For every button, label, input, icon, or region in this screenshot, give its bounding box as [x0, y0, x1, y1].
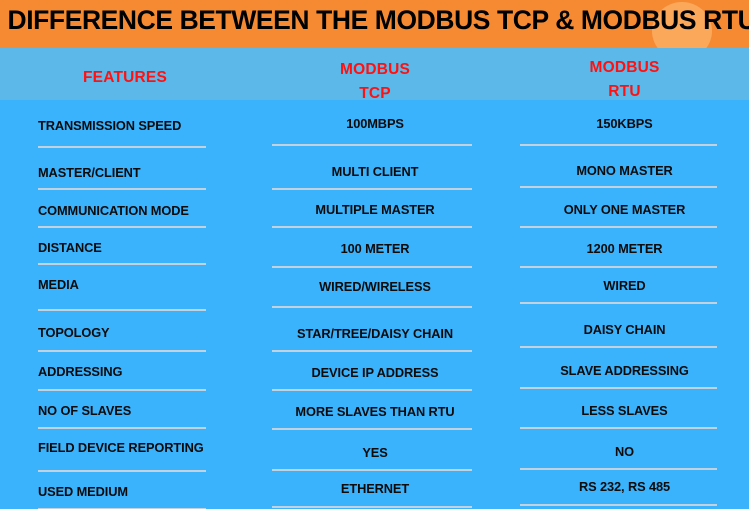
- row-divider: [520, 144, 717, 146]
- table-body: TRANSMISSION SPEED MASTER/CLIENT COMMUNICA…: [0, 100, 749, 509]
- row-divider: [38, 350, 206, 352]
- page-title: DIFFERENCE BETWEEN THE MODBUS TCP & MODB…: [7, 5, 749, 35]
- row-divider: [520, 302, 717, 304]
- row-divider: [272, 506, 472, 508]
- feature-8: NO OF SLAVES: [38, 403, 132, 418]
- feature-2: MASTER/CLIENT: [38, 165, 141, 180]
- feature-1: TRANSMISSION SPEED: [38, 118, 182, 133]
- column-modbus-rtu: 150KBPS MONO MASTER ONLY ONE MASTER 1200 ME…: [500, 100, 749, 509]
- row-divider: [272, 226, 472, 228]
- feature-6: TOPOLOGY: [38, 325, 110, 340]
- column-features: TRANSMISSION SPEED MASTER/CLIENT COMMUNICA…: [0, 100, 250, 509]
- column-header-modbus-rtu: MODBUS RTU: [500, 48, 749, 104]
- row-divider: [272, 469, 472, 471]
- row-divider: [272, 350, 472, 352]
- row-divider: [38, 309, 206, 311]
- row-divider: [38, 470, 206, 472]
- column-header-tcp-line1: MODBUS: [339, 61, 411, 78]
- row-divider: [272, 188, 472, 190]
- rtu-value-4: 1200 METER: [586, 241, 663, 256]
- column-header-modbus-tcp: MODBUS TCP: [250, 48, 500, 104]
- row-divider: [520, 266, 717, 268]
- banner: DIFFERENCE BETWEEN THE MODBUS TCP & MODB…: [0, 0, 749, 48]
- row-divider: [272, 306, 472, 308]
- row-divider: [272, 266, 472, 268]
- tcp-value-5: WIRED/WIRELESS: [319, 279, 431, 294]
- rtu-value-9: NO: [614, 444, 635, 459]
- row-divider: [38, 226, 206, 228]
- tcp-value-10: ETHERNET: [340, 481, 410, 496]
- rtu-value-2: MONO MASTER: [576, 163, 673, 178]
- rtu-value-8: LESS SLAVES: [581, 403, 668, 418]
- feature-10: USED MEDIUM: [38, 484, 128, 499]
- row-divider: [38, 146, 206, 148]
- rtu-value-10: RS 232, RS 485: [578, 479, 671, 494]
- tcp-value-3: MULTIPLE MASTER: [315, 202, 435, 217]
- row-divider: [520, 504, 717, 506]
- row-divider: [520, 186, 717, 188]
- row-divider: [520, 226, 717, 228]
- tcp-value-2: MULTI CLIENT: [331, 164, 419, 179]
- column-modbus-tcp: 100MBPS MULTI CLIENT MULTIPLE MASTER 100 ME…: [250, 100, 500, 509]
- feature-7: ADDRESSING: [38, 364, 123, 379]
- feature-3: COMMUNICATION MODE: [38, 203, 189, 218]
- row-divider: [38, 389, 206, 391]
- column-header-features-label: FEATURES: [83, 69, 167, 86]
- row-divider: [38, 263, 206, 265]
- rtu-value-3: ONLY ONE MASTER: [563, 202, 686, 217]
- row-divider: [520, 468, 717, 470]
- column-header-features: FEATURES: [0, 48, 250, 104]
- feature-5: MEDIA: [38, 277, 79, 292]
- row-divider: [272, 389, 472, 391]
- tcp-value-9: YES: [362, 445, 388, 460]
- row-divider: [272, 428, 472, 430]
- tcp-value-7: DEVICE IP ADDRESS: [311, 365, 439, 380]
- row-divider: [38, 188, 206, 190]
- tcp-value-1: 100MBPS: [346, 116, 404, 131]
- tcp-value-6: STAR/TREE/DAISY CHAIN: [297, 326, 453, 341]
- feature-4: DISTANCE: [38, 240, 102, 255]
- rtu-value-5: WIRED: [603, 278, 646, 293]
- table-header-row: FEATURES MODBUS TCP MODBUS RTU: [0, 48, 749, 104]
- tcp-value-8: MORE SLAVES THAN RTU: [295, 404, 455, 419]
- feature-9: FIELD DEVICE REPORTING: [38, 440, 204, 455]
- row-divider: [272, 144, 472, 146]
- rtu-value-1: 150KBPS: [596, 116, 653, 131]
- comparison-infographic: DIFFERENCE BETWEEN THE MODBUS TCP & MODB…: [0, 0, 749, 509]
- rtu-value-6: DAISY CHAIN: [583, 322, 666, 337]
- column-header-rtu-line1: MODBUS: [589, 59, 660, 76]
- rtu-value-7: SLAVE ADDRESSING: [560, 363, 689, 378]
- tcp-value-4: 100 METER: [340, 241, 410, 256]
- row-divider: [520, 346, 717, 348]
- row-divider: [520, 387, 717, 389]
- row-divider: [38, 427, 206, 429]
- row-divider: [520, 427, 717, 429]
